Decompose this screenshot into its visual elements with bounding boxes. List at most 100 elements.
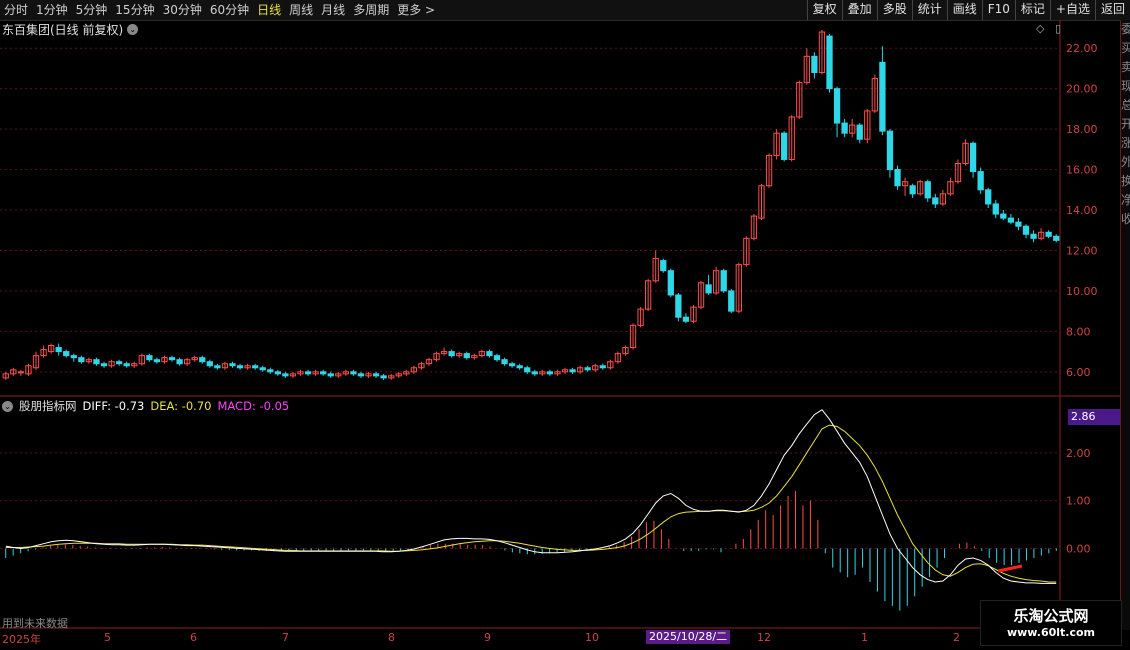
price-axis-label: 6.00 [1066,366,1091,379]
candle-body [93,359,100,365]
candle-body [924,181,931,199]
candle-body [667,270,674,296]
price-axis-label: 10.00 [1066,285,1098,298]
candle-body [969,142,977,173]
candle-body [508,363,516,367]
stock-title[interactable]: 东百集团(日线 前复权) ⌄ [2,21,139,38]
x-axis-label: 2025年 [2,633,41,646]
candle-body [448,351,455,357]
signal-mark [997,564,1023,573]
candle-body [70,355,77,359]
candle-body [501,359,508,365]
x-axis-label: 10 [585,631,599,644]
chart-area[interactable]: 22.0020.0018.0016.0014.0012.0010.008.006… [0,0,1120,650]
side-label-7: 外 [1121,153,1130,172]
x-axis-label: 1 [861,631,868,644]
diff-line [5,409,1057,584]
indicator-name: 股朋指标网 [19,399,77,413]
dea-line [5,424,1057,583]
quote-side-panel[interactable]: 委买卖现总开涨外换净收 [1120,20,1130,630]
candle-body [123,363,130,367]
candle-body [252,365,259,369]
candle-body [463,353,470,359]
candle-body [531,371,538,375]
candle-body [660,260,667,272]
candle-body [856,124,863,140]
candle-body [781,132,788,160]
candle-body [546,371,554,375]
x-axis-label: 6 [190,631,197,644]
candle-body [584,367,591,371]
side-label-6: 涨 [1121,134,1130,153]
side-label-2: 卖 [1121,58,1130,77]
candle-body [886,130,894,171]
future-data-note: 用到未来数据 [2,617,68,630]
candle-body [1053,235,1060,241]
candle-body [516,365,523,369]
candle-body [372,373,380,377]
candle-body [168,357,176,361]
candle-body [100,363,108,367]
price-axis-label: 16.00 [1066,164,1098,177]
candle-body [985,189,992,205]
candle-body [1022,225,1030,235]
candle-body [1000,213,1007,219]
candle-body [17,371,25,374]
candle-body [259,367,266,371]
candle-body [493,355,501,361]
candle-body [682,316,690,322]
diamond-icon[interactable]: ◇ [1036,22,1044,35]
candle-body [274,371,281,375]
price-axis-label: 14.00 [1066,204,1098,217]
x-axis-label: 8 [388,631,395,644]
candle-body [1007,217,1015,223]
panel-toggle-icon[interactable]: ▯ [1055,22,1061,35]
price-axis-label: 18.00 [1066,123,1098,136]
candle-body [320,371,327,375]
price-axis-label: 20.00 [1066,83,1098,96]
macd-axis-label: 2.00 [1066,447,1091,460]
candle-body [153,359,161,363]
candle-body [282,373,289,377]
candle-body [78,357,85,363]
stock-title-text: 东百集团(日线 前复权) [2,23,124,37]
candle-body [1030,233,1037,239]
dropdown-icon[interactable]: ⌄ [2,400,13,412]
candle-body [705,284,712,294]
dropdown-icon[interactable]: ⌄ [127,24,139,35]
candle-body [380,375,387,379]
candle-body [841,122,848,134]
macd-axis-label: 1.00 [1066,495,1091,508]
macd-axis-label: 0.00 [1066,542,1091,555]
candle-body [146,355,153,361]
x-axis-label: 2 [953,631,960,644]
x-axis-label: 7 [282,631,289,644]
price-axis-label: 22.00 [1066,42,1098,55]
side-label-9: 净 [1121,191,1130,210]
indicator-title[interactable]: ⌄ 股朋指标网 DIFF: -0.73 DEA: -0.70 MACD: -0.… [2,398,289,414]
price-axis-label: 12.00 [1066,244,1098,257]
diff-value: DIFF: -0.73 [82,399,145,413]
candle-body [115,361,123,365]
side-label-0: 委 [1121,20,1130,39]
watermark-url: www.60lt.com [1006,626,1096,639]
candle-body [932,197,939,205]
macd-value: MACD: -0.05 [217,399,290,413]
candle-body [833,88,841,124]
current-value-tag: 2.86 [1068,409,1122,425]
candle-body [728,290,735,312]
candle-body [1045,231,1052,237]
candle-body [214,365,221,369]
watermark-title: 乐淘公式网 [1013,607,1089,625]
candle-body [826,35,833,90]
candle-body [229,363,236,367]
candle-body [199,357,206,363]
candle-body [357,373,365,377]
date-cursor: 2025/10/28/二 [646,630,731,644]
candle-body [486,351,493,357]
candle-body [811,55,818,73]
candle-body [675,294,682,318]
candle-body [720,270,727,292]
candle-body [1015,221,1022,227]
candle-body [236,365,244,369]
